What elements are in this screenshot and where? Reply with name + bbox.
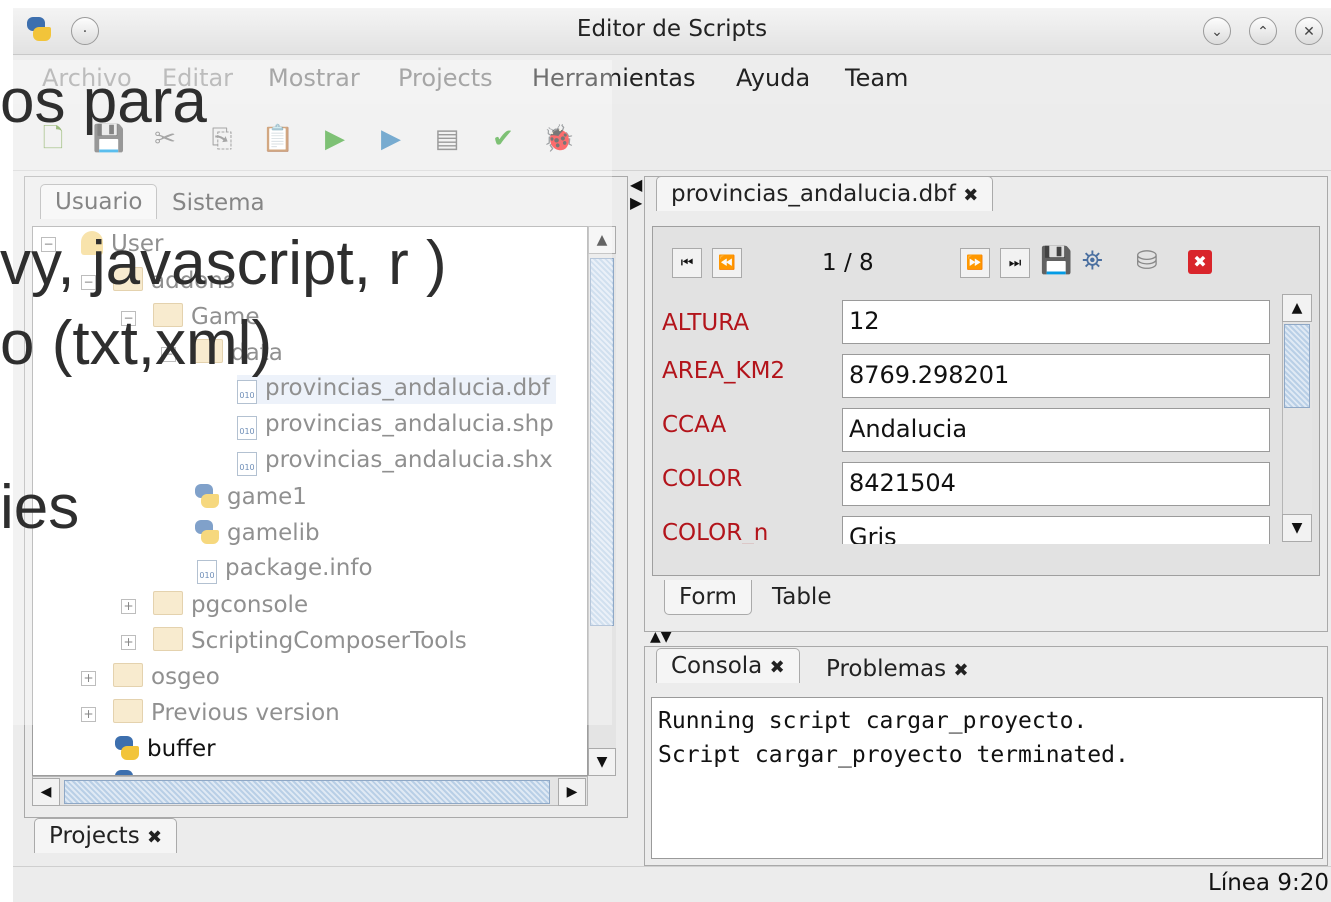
field-label-altura: ALTURA bbox=[662, 310, 750, 336]
overlay-text-line: ies bbox=[0, 473, 80, 542]
tree-node-partial bbox=[113, 769, 147, 775]
scroll-left-icon[interactable]: ◀ bbox=[32, 778, 60, 806]
fields-viewport: ALTURA 12 AREA_KM2 8769.298201 CCAA Anda… bbox=[656, 292, 1282, 544]
field-ccaa[interactable]: Andalucia bbox=[842, 408, 1270, 452]
close-tab-icon[interactable]: ✖ bbox=[147, 827, 162, 848]
menu-team[interactable]: Team bbox=[845, 64, 908, 92]
form-scroll-up-icon[interactable]: ▲ bbox=[1282, 294, 1312, 322]
tab-consola[interactable]: Consola ✖ bbox=[656, 648, 800, 683]
python-file-icon bbox=[113, 769, 139, 775]
overlay-text-line: os para bbox=[0, 67, 207, 136]
field-label-color: COLOR bbox=[662, 466, 743, 492]
field-area[interactable]: 8769.298201 bbox=[842, 354, 1270, 398]
slide-overlay-backdrop bbox=[0, 60, 612, 725]
tab-consola-label: Consola bbox=[671, 653, 763, 679]
tab-problemas-label: Problemas bbox=[826, 656, 947, 682]
database-icon[interactable]: ⛁ bbox=[1136, 246, 1158, 276]
tab-table[interactable]: Table bbox=[772, 584, 831, 610]
prev-record-button[interactable]: ⏪ bbox=[712, 248, 742, 278]
tab-projects[interactable]: Projects ✖ bbox=[34, 818, 178, 853]
close-button[interactable]: ✕ bbox=[1295, 17, 1323, 45]
field-label-ccaa: CCAA bbox=[662, 412, 727, 438]
tree-label-buffer: buffer bbox=[147, 736, 216, 762]
tab-dbf-label: provincias_andalucia.dbf bbox=[671, 181, 956, 207]
menu-ayuda[interactable]: Ayuda bbox=[736, 64, 810, 92]
scroll-right-icon[interactable]: ▶ bbox=[558, 778, 586, 806]
tab-problemas[interactable]: Problemas ✖ bbox=[826, 656, 969, 682]
overlay-text-line: vy, javascript, r ) bbox=[0, 229, 447, 298]
title-bar: · Editor de Scripts ⌄ ⌃ ✕ bbox=[13, 8, 1331, 55]
window-title: Editor de Scripts bbox=[576, 16, 768, 42]
close-tab-icon[interactable]: ✖ bbox=[770, 657, 785, 678]
save-record-icon[interactable]: 💾 bbox=[1040, 246, 1072, 276]
field-label-color-n: COLOR_n bbox=[662, 520, 769, 544]
overlay-text-line: o (txt,xml) bbox=[0, 309, 273, 378]
console-line: Running script cargar_proyecto. bbox=[658, 708, 1088, 734]
tab-projects-label: Projects bbox=[49, 823, 140, 849]
form-scroll-down-icon[interactable]: ▼ bbox=[1282, 514, 1312, 542]
field-color[interactable]: 8421504 bbox=[842, 462, 1270, 506]
next-record-button[interactable]: ⏩ bbox=[960, 248, 990, 278]
field-altura[interactable]: 12 bbox=[842, 300, 1270, 344]
record-counter: 1 / 8 bbox=[822, 250, 874, 276]
tab-form[interactable]: Form bbox=[664, 580, 752, 615]
status-bar bbox=[13, 866, 1331, 902]
splitter-arrow-icon[interactable]: ◀ ▶ bbox=[630, 176, 642, 212]
console-line: Script cargar_proyecto terminated. bbox=[658, 742, 1129, 768]
horizontal-splitter-icon[interactable]: ▲▼ bbox=[650, 630, 672, 644]
first-record-button[interactable]: ⏮ bbox=[672, 248, 702, 278]
field-label-area: AREA_KM2 bbox=[662, 358, 786, 384]
scroll-down-icon[interactable]: ▼ bbox=[588, 748, 616, 776]
minimize-button[interactable]: ⌄ bbox=[1203, 17, 1231, 45]
close-tab-icon[interactable]: ✖ bbox=[953, 660, 968, 681]
delete-icon[interactable]: ✖ bbox=[1188, 250, 1212, 274]
status-line: Línea 9:20 bbox=[1208, 870, 1329, 896]
python-file-icon bbox=[113, 735, 139, 761]
maximize-button[interactable]: ⌃ bbox=[1249, 17, 1277, 45]
tree-hscroll-thumb[interactable] bbox=[64, 780, 550, 804]
last-record-button[interactable]: ⏭ bbox=[1000, 248, 1030, 278]
console-output: Running script cargar_proyecto. Script ca… bbox=[651, 697, 1323, 859]
close-tab-icon[interactable]: ✖ bbox=[963, 185, 978, 206]
tree-node-buffer[interactable]: buffer bbox=[113, 735, 216, 762]
filter-icon[interactable]: ⛯ bbox=[1082, 246, 1103, 277]
form-scroll-thumb[interactable] bbox=[1284, 324, 1310, 408]
field-color-n[interactable]: Gris bbox=[842, 516, 1270, 544]
tab-dbf-editor[interactable]: provincias_andalucia.dbf ✖ bbox=[656, 176, 994, 211]
